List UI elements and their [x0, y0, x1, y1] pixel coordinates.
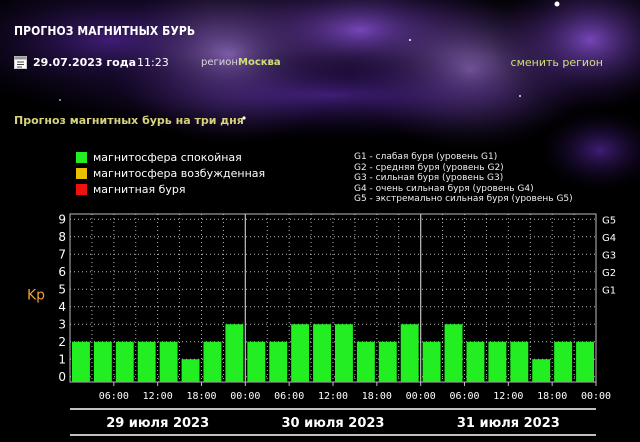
x-tick-label: 00:00: [406, 391, 436, 402]
y-tick-label: 6: [58, 265, 66, 279]
kp-bar: [422, 341, 441, 382]
kp-bar: [203, 341, 222, 382]
storm-level-g1: G1 - слабая буря (уровень G1): [354, 152, 498, 162]
kp-bar: [532, 359, 551, 382]
change-region-link[interactable]: сменить регион: [511, 56, 603, 69]
kp-bar: [444, 324, 463, 382]
kp-bar: [181, 359, 200, 382]
storm-level-tick-label: G1: [602, 285, 616, 296]
calendar-icon: [14, 56, 27, 69]
kp-bar: [576, 341, 594, 382]
day-label: 31 июля 2023: [457, 416, 560, 431]
kp-bar: [466, 341, 485, 382]
x-tick-label: 12:00: [143, 391, 173, 402]
region-label: регион:: [201, 57, 242, 68]
kp-bar: [378, 341, 397, 382]
x-tick-label: 18:00: [186, 391, 216, 402]
legend-swatch-excited: [76, 168, 87, 179]
kp-bar: [247, 341, 266, 382]
x-tick-label: 06:00: [99, 391, 129, 402]
kp-forecast-chart: 0 1 2 3 4 5 6 7 8 9 Kp G1 G2 G3 G4 G5 06:00 12:00 18:00 00:…: [27, 212, 616, 436]
x-tick-label: 00:00: [581, 391, 611, 402]
storm-level-tick-label: G4: [602, 233, 616, 244]
y-tick-label: 7: [58, 247, 66, 261]
legend-label-storm: магнитная буря: [93, 183, 186, 196]
day-label: 29 июля 2023: [106, 416, 209, 431]
kp-bar: [554, 341, 573, 382]
y-tick-label: 5: [58, 282, 66, 296]
region-value: Москва: [238, 57, 281, 68]
kp-bar: [510, 341, 529, 382]
kp-bar: [291, 324, 310, 382]
storm-level-tick-label: G2: [602, 268, 616, 279]
info-bar: 29.07.2023 года 11:23 регион: Москва сме…: [14, 55, 614, 71]
x-tick-label: 06:00: [449, 391, 479, 402]
storm-level-g2: G2 - средняя буря (уровень G2): [354, 162, 504, 173]
kp-bar: [488, 341, 507, 382]
y-tick-label: 2: [58, 335, 66, 349]
current-date: 29.07.2023 года: [33, 56, 137, 69]
x-tick-label: 18:00: [362, 391, 392, 402]
y-tick-label: 9: [58, 212, 66, 226]
kp-bar: [72, 341, 90, 382]
y-tick-label: 4: [58, 300, 66, 314]
kp-bar: [356, 341, 375, 382]
storm-level-g5: G5 - экстремально сильная буря (уровень …: [354, 194, 573, 205]
y-tick-label: 3: [58, 317, 66, 331]
page-title: ПРОГНОЗ МАГНИТНЫХ БУРЬ: [14, 24, 196, 38]
x-tick-label: 18:00: [537, 391, 567, 402]
y-tick-label: 0: [58, 370, 66, 384]
section-title: Прогноз магнитных бурь на три дня: [14, 114, 244, 127]
storm-level-g4: G4 - очень сильная буря (уровень G4): [354, 183, 534, 194]
legend-swatch-quiet: [76, 152, 87, 163]
x-tick-label: 06:00: [274, 391, 304, 402]
kp-bar: [115, 341, 134, 382]
kp-bar: [335, 324, 353, 382]
kp-bar: [313, 324, 331, 382]
kp-bar: [225, 324, 244, 382]
storm-level-tick-label: G5: [602, 215, 616, 226]
y-tick-label: 1: [58, 352, 66, 366]
current-time: 11:23: [137, 56, 169, 69]
y-tick-label: 8: [58, 230, 66, 244]
x-tick-label: 00:00: [230, 391, 260, 402]
kp-bar: [159, 341, 178, 382]
storm-level-legend: G1 - слабая буря (уровень G1) G2 - средн…: [354, 152, 573, 205]
y-axis-label: Kp: [27, 288, 45, 304]
legend-label-excited: магнитосфера возбужденная: [93, 167, 266, 180]
kp-bar: [400, 324, 419, 382]
legend-label-quiet: магнитосфера спокойная: [93, 151, 242, 164]
day-label: 30 июля 2023: [282, 416, 385, 431]
kp-bar: [93, 341, 112, 382]
storm-level-g3: G3 - сильная буря (уровень G3): [354, 173, 504, 184]
kp-bar: [269, 341, 288, 382]
storm-level-tick-label: G3: [602, 250, 616, 261]
x-tick-label: 12:00: [493, 391, 523, 402]
kp-bar: [137, 341, 156, 382]
legend-swatch-storm: [76, 184, 87, 195]
x-tick-label: 12:00: [318, 391, 348, 402]
